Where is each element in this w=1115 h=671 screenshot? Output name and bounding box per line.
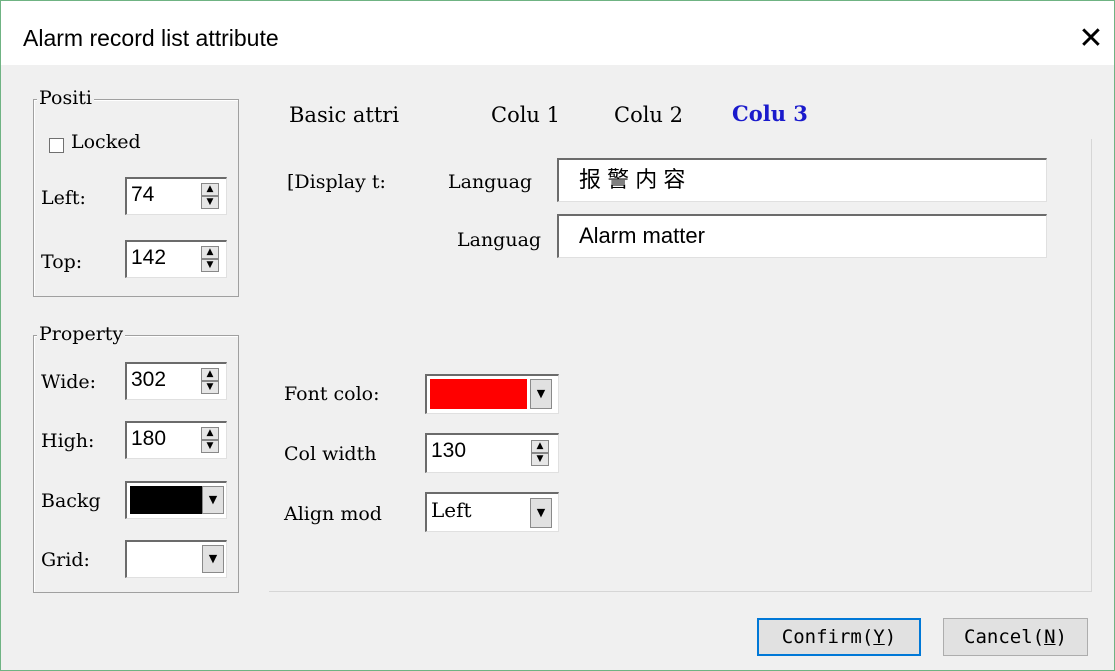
cancel-button-label: Cancel(: [964, 626, 1045, 648]
dropdown-arrow-icon[interactable]: ▼: [202, 486, 224, 514]
high-spinner[interactable]: ▲ ▼: [201, 427, 219, 453]
font-color-label: Font colo:: [284, 383, 380, 405]
title-bar: Alarm record list attribute ✕: [1, 1, 1114, 65]
tab-colu-2[interactable]: Colu 2: [604, 99, 693, 131]
top-spinner[interactable]: ▲ ▼: [201, 246, 219, 272]
language1-input[interactable]: 报 警 内 容: [557, 158, 1047, 202]
cancel-hotkey: N: [1044, 626, 1056, 648]
language2-input[interactable]: Alarm matter: [557, 214, 1047, 258]
left-label: Left:: [41, 187, 86, 209]
property-group-label: Property: [37, 323, 126, 345]
locked-checkbox[interactable]: [49, 138, 64, 153]
spin-up-icon[interactable]: ▲: [201, 246, 219, 259]
font-color-swatch: [430, 379, 527, 409]
spin-up-icon[interactable]: ▲: [201, 427, 219, 440]
locked-label: Locked: [71, 131, 141, 153]
confirm-paren: ): [884, 626, 897, 648]
tab-panel: [269, 139, 1092, 592]
tab-colu-3[interactable]: Colu 3: [722, 97, 818, 130]
spin-up-icon[interactable]: ▲: [201, 183, 219, 196]
tab-colu-1[interactable]: Colu 1: [481, 99, 570, 131]
spin-down-icon[interactable]: ▼: [201, 196, 219, 209]
language1-label: Languag: [448, 171, 533, 193]
spin-down-icon[interactable]: ▼: [201, 440, 219, 453]
high-label: High:: [41, 430, 95, 452]
dialog-window: Alarm record list attribute ✕ Positi Loc…: [0, 0, 1115, 671]
confirm-button[interactable]: Confirm(Y): [757, 618, 921, 656]
top-label: Top:: [41, 251, 83, 273]
confirm-hotkey: Y: [873, 626, 885, 648]
spin-up-icon[interactable]: ▲: [201, 368, 219, 381]
spin-down-icon[interactable]: ▼: [531, 453, 549, 466]
col-width-spinner[interactable]: ▲ ▼: [531, 440, 549, 466]
language2-label: Languag: [457, 229, 542, 251]
spin-down-icon[interactable]: ▼: [201, 259, 219, 272]
col-width-label: Col width: [284, 443, 377, 465]
tab-basic-attri[interactable]: Basic attri: [279, 99, 409, 131]
close-icon[interactable]: ✕: [1071, 19, 1111, 59]
background-label: Backg: [41, 490, 101, 512]
spin-down-icon[interactable]: ▼: [201, 381, 219, 394]
grid-color-swatch: [130, 545, 202, 573]
wide-label: Wide:: [41, 371, 97, 393]
spin-up-icon[interactable]: ▲: [531, 440, 549, 453]
dropdown-arrow-icon[interactable]: ▼: [530, 498, 552, 528]
dropdown-arrow-icon[interactable]: ▼: [202, 545, 224, 573]
background-color-swatch: [130, 486, 202, 514]
confirm-button-label: Confirm(: [781, 626, 874, 648]
align-mode-label: Align mod: [284, 503, 382, 525]
position-group-label: Positi: [37, 87, 94, 109]
grid-label: Grid:: [41, 549, 90, 571]
dialog-title: Alarm record list attribute: [23, 25, 279, 51]
left-spinner[interactable]: ▲ ▼: [201, 183, 219, 209]
dropdown-arrow-icon[interactable]: ▼: [530, 379, 552, 409]
display-text-label: [Display t:: [287, 171, 386, 193]
wide-spinner[interactable]: ▲ ▼: [201, 368, 219, 394]
cancel-paren: ): [1055, 626, 1067, 648]
cancel-button[interactable]: Cancel(N): [943, 618, 1088, 656]
